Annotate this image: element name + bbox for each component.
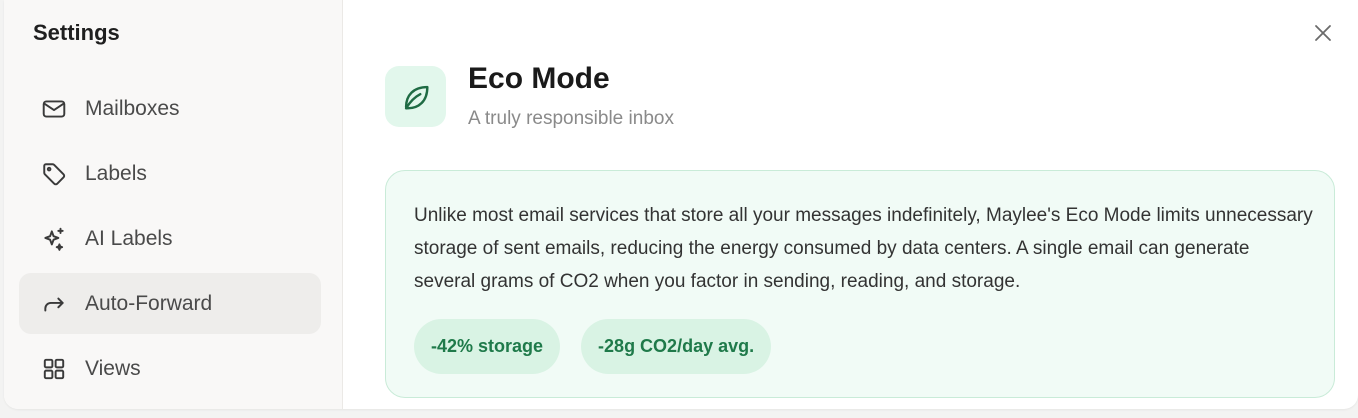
sidebar-item-label: Auto-Forward [85,291,213,315]
eco-mode-badge [385,66,446,127]
close-button[interactable] [1310,20,1336,46]
eco-description: Unlike most email services that store al… [414,205,1313,292]
storage-stat-badge: -42% storage [414,319,561,374]
grid-icon [39,354,69,384]
sidebar-item-views[interactable]: Views [19,338,321,399]
eco-stats: -42% storage -28g CO2/day avg. [414,319,1306,374]
settings-nav: Mailboxes Labels AI Labels Auto-Forward … [19,78,321,403]
sidebar-item-mailboxes[interactable]: Mailboxes [19,78,321,139]
leaf-icon [404,85,429,110]
settings-sidebar: Settings Mailboxes Labels AI Labels Auto… [4,0,343,409]
sparkles-icon [39,224,69,254]
forward-arrow-icon [39,289,69,319]
sidebar-item-auto-forward[interactable]: Auto-Forward [19,273,321,334]
settings-content: Eco Mode A truly responsible inbox Unlik… [343,0,1358,409]
sidebar-item-label: Labels [85,161,147,185]
sidebar-title: Settings [33,20,120,45]
co2-stat-badge: -28g CO2/day avg. [581,319,772,374]
tag-icon [39,159,69,189]
settings-window: Settings Mailboxes Labels AI Labels Auto… [4,0,1358,409]
sidebar-item-labels[interactable]: Labels [19,143,321,204]
sidebar-item-label: AI Labels [85,226,173,250]
sidebar-item-label: Mailboxes [85,96,180,120]
page-subtitle: A truly responsible inbox [468,108,674,129]
page-title: Eco Mode [468,62,610,95]
mail-icon [39,94,69,124]
close-icon [1315,25,1331,41]
sidebar-item-ai-labels[interactable]: AI Labels [19,208,321,269]
sidebar-item-label: Views [85,356,141,380]
eco-info-card: Unlike most email services that store al… [385,170,1335,398]
